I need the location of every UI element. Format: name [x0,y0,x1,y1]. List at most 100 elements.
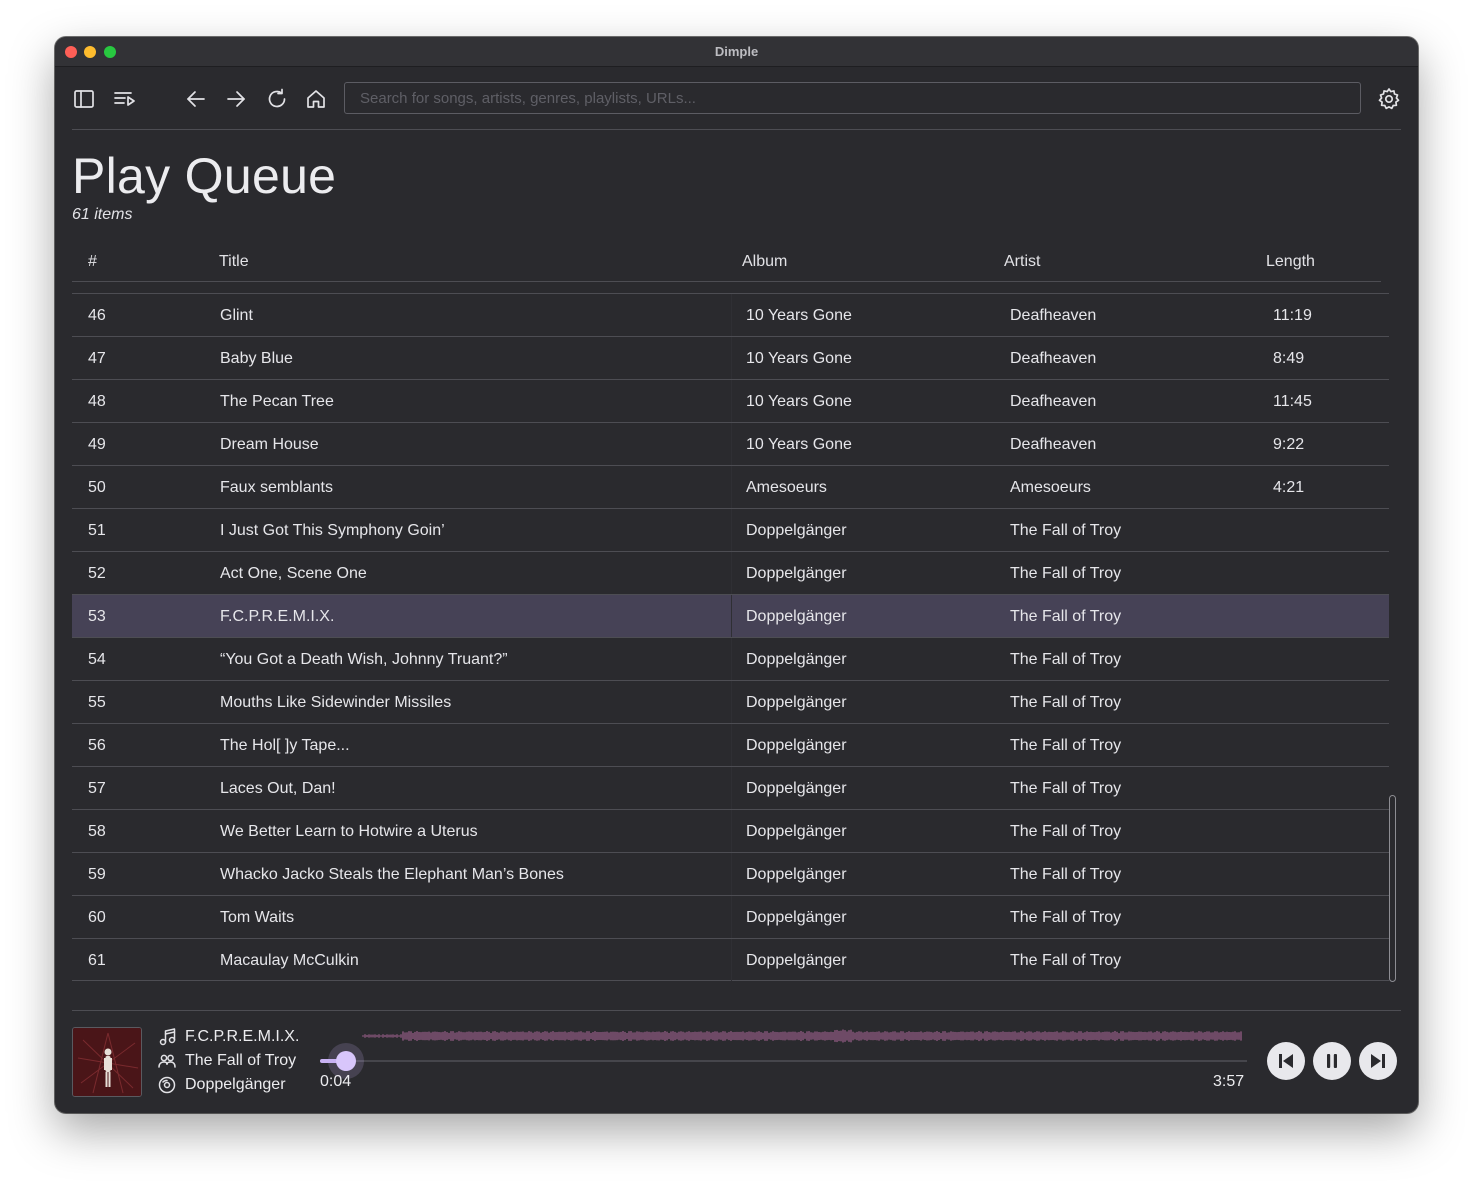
waveform-bar [678,1031,680,1041]
waveform-bar [688,1031,690,1041]
waveform-bar [680,1031,682,1041]
table-row[interactable]: 50 Faux semblants Amesoeurs Amesoeurs 4:21 [72,465,1389,508]
waveform-bar [478,1031,480,1041]
waveform-bar [1032,1032,1034,1040]
waveform-bar [490,1032,492,1040]
waveform-bar [638,1031,640,1041]
waveform-bar [662,1032,664,1040]
waveform[interactable] [320,1025,1247,1065]
waveform-bar [808,1031,810,1041]
waveform-bar [1168,1032,1170,1040]
waveform-bar [1026,1031,1028,1041]
waveform-bar [654,1031,656,1041]
table-row[interactable]: 61 Macaulay McCulkin Doppelgänger The Fall … [72,938,1389,981]
waveform-bar [588,1031,590,1041]
settings-button[interactable] [1376,86,1402,112]
waveform-bar [1188,1032,1190,1040]
waveform-bar [394,1034,396,1038]
track-number: 51 [88,522,106,539]
waveform-bar [408,1031,410,1041]
waveform-bar [378,1034,380,1038]
waveform-bar [892,1031,894,1041]
column-header-length[interactable]: Length [1266,253,1315,271]
waveform-bar [798,1031,800,1041]
waveform-bar [418,1031,420,1041]
waveform-bar [1190,1031,1192,1041]
waveform-bar [672,1031,674,1041]
track-title: I Just Got This Symphony Goin’ [220,522,445,539]
waveform-bar [1020,1031,1022,1041]
waveform-bar [432,1031,434,1041]
table-row[interactable]: 57 Laces Out, Dan! Doppelgänger The Fall of… [72,766,1389,809]
waveform-bar [978,1030,980,1042]
forward-button[interactable] [223,86,249,112]
waveform-bar [962,1031,964,1041]
toggle-sidebar-button[interactable] [71,86,97,112]
waveform-bar [572,1031,574,1041]
toggle-queue-button[interactable] [112,86,138,112]
column-header-album[interactable]: Album [742,253,787,271]
table-row[interactable]: 58 We Better Learn to Hotwire a Uterus Dop… [72,809,1389,852]
waveform-bar [540,1032,542,1040]
waveform-bar [380,1035,382,1037]
waveform-bar [524,1032,526,1040]
table-row[interactable]: 56 The Hol[ ]y Tape... Doppelgänger The Fal… [72,723,1389,766]
table-row[interactable]: 54 “You Got a Death Wish, Johnny Truant?”… [72,637,1389,680]
waveform-bar [1140,1031,1142,1041]
pause-button[interactable] [1313,1042,1351,1080]
table-row[interactable]: 49 Dream House 10 Years Gone Deafheaven 9:22 [72,422,1389,465]
album-art[interactable] [72,1027,142,1097]
column-header-number[interactable]: # [88,253,97,271]
previous-track-button[interactable] [1267,1042,1305,1080]
now-playing-artist[interactable]: The Fall of Troy [185,1052,296,1070]
waveform-bar [926,1031,928,1041]
waveform-bar [972,1031,974,1041]
waveform-bar [826,1031,828,1041]
back-button[interactable] [183,86,209,112]
waveform-bar [842,1029,844,1043]
now-playing-title[interactable]: F.C.P.R.E.M.I.X. [185,1028,299,1046]
table-row[interactable]: 53 F.C.P.R.E.M.I.X. Doppelgänger The Fall o… [72,594,1389,637]
search-input[interactable] [344,82,1361,114]
waveform-bar [878,1031,880,1041]
waveform-bar [1198,1031,1200,1041]
table-row[interactable]: 59 Whacko Jacko Steals the Elephant Man’s… [72,852,1389,895]
column-divider [731,294,732,336]
now-playing-album[interactable]: Doppelgänger [185,1076,286,1094]
waveform-bar [568,1031,570,1041]
table-scrollbar[interactable] [1389,795,1396,982]
table-row[interactable]: 48 The Pecan Tree 10 Years Gone Deafheaven 1… [72,379,1389,422]
next-track-button[interactable] [1359,1042,1397,1080]
track-title: Mouths Like Sidewinder Missiles [220,694,452,711]
waveform-bar [720,1032,722,1040]
waveform-bar [1146,1032,1148,1040]
table-row[interactable]: 55 Mouths Like Sidewinder Missiles Doppelg… [72,680,1389,723]
column-header-artist[interactable]: Artist [1004,253,1040,271]
waveform-bar [422,1031,424,1041]
column-header-title[interactable]: Title [219,253,249,271]
table-row[interactable]: 47 Baby Blue 10 Years Gone Deafheaven 8:49 [72,336,1389,379]
waveform-bar [1012,1031,1014,1041]
table-row[interactable]: 46 Glint 10 Years Gone Deafheaven 11:19 [72,293,1389,336]
waveform-bar [794,1031,796,1041]
home-button[interactable] [303,86,329,112]
waveform-bar [674,1031,676,1041]
progress-track[interactable] [320,1060,1247,1062]
table-row[interactable]: 60 Tom Waits Doppelgänger The Fall of Troy [72,895,1389,938]
column-divider [731,466,732,508]
table-row[interactable]: 51 I Just Got This Symphony Goin’ Doppelgä… [72,508,1389,551]
waveform-bar [470,1031,472,1041]
seek-knob[interactable] [336,1051,356,1071]
waveform-bar [708,1031,710,1041]
column-divider [731,939,732,981]
waveform-bar [622,1031,624,1041]
waveform-bar [448,1032,450,1040]
waveform-bar [1212,1032,1214,1040]
table-row[interactable]: 52 Act One, Scene One Doppelgänger The Fall… [72,551,1389,594]
reload-button[interactable] [264,86,290,112]
waveform-bar [768,1032,770,1040]
waveform-bar [510,1031,512,1041]
waveform-bar [1096,1031,1098,1041]
waveform-bar [592,1032,594,1040]
waveform-bar [580,1031,582,1041]
